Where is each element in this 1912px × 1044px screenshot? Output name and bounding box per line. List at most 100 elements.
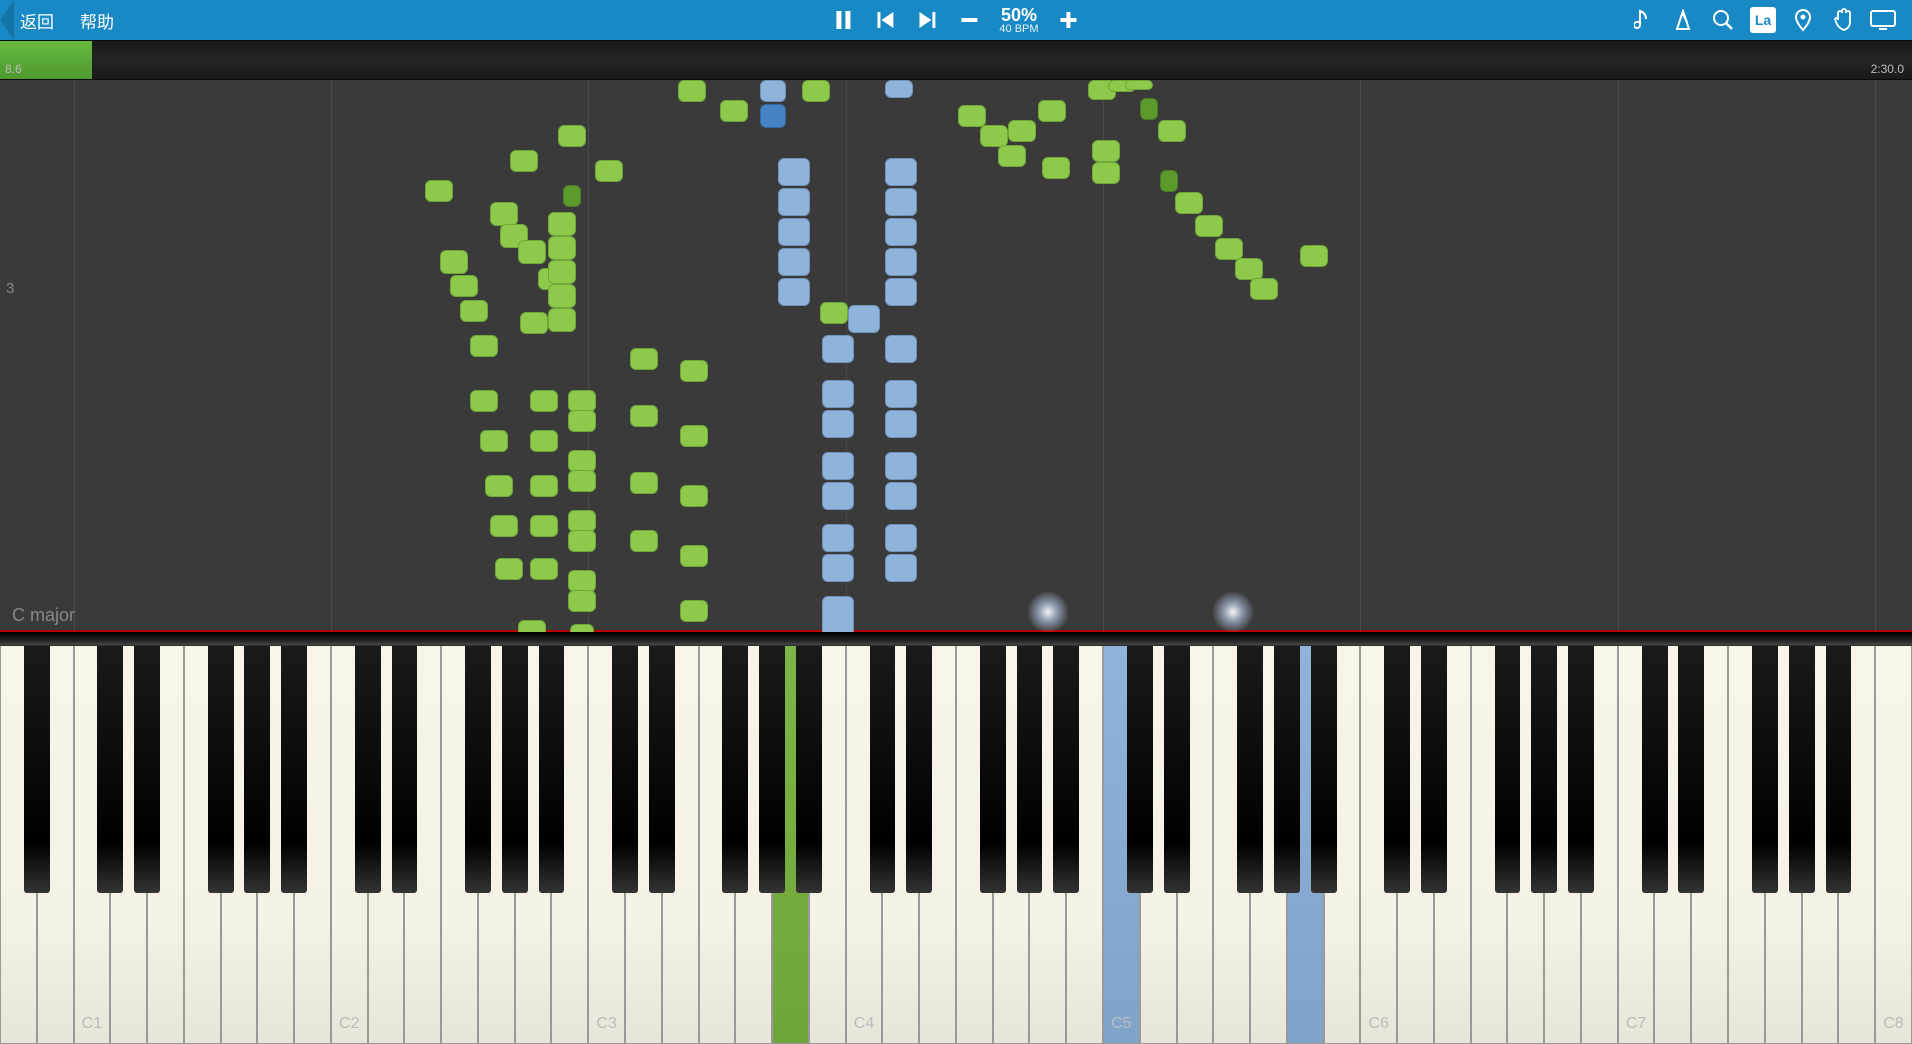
black-key[interactable] [722,646,748,893]
octave-label: C3 [596,1015,616,1033]
marker-icon[interactable] [1790,7,1816,33]
falling-note [460,300,488,322]
falling-note [778,248,810,276]
falling-note [885,482,917,510]
black-key[interactable] [355,646,381,893]
falling-note [822,452,854,480]
black-key[interactable] [1274,646,1300,893]
falling-note [885,554,917,582]
falling-note [822,380,854,408]
falling-note [822,482,854,510]
black-key[interactable] [134,646,160,893]
black-key[interactable] [1053,646,1079,893]
tempo-up-button[interactable] [1057,8,1081,32]
black-key[interactable] [97,646,123,893]
falling-note [530,475,558,497]
falling-note [470,335,498,357]
note-name-toggle[interactable]: La [1750,7,1776,33]
black-key[interactable] [1384,646,1410,893]
falling-note [778,218,810,246]
falling-note [510,150,538,172]
black-key[interactable] [392,646,418,893]
tempo-bpm: 40 BPM [999,24,1038,35]
piano-keyboard[interactable]: C1C2C3C4C5C6C7C8 [0,632,1912,1044]
black-key[interactable] [1678,646,1704,893]
black-key[interactable] [539,646,565,893]
note-eighth-icon[interactable] [1630,7,1656,33]
black-key[interactable] [906,646,932,893]
black-key[interactable] [24,646,50,893]
hand-icon[interactable] [1830,7,1856,33]
falling-note [568,390,596,412]
hit-sparkle [1023,587,1073,632]
falling-note [530,515,558,537]
black-key[interactable] [1568,646,1594,893]
falling-note [520,312,548,334]
falling-note [548,260,576,284]
black-key[interactable] [1642,646,1668,893]
black-key[interactable] [1017,646,1043,893]
black-key[interactable] [502,646,528,893]
falling-note [1125,80,1153,90]
transport-controls: 50% 40 BPM [831,6,1080,35]
white-key[interactable]: C8 [1875,646,1912,1044]
black-key[interactable] [870,646,896,893]
hit-sparkle [1208,587,1258,632]
black-key[interactable] [612,646,638,893]
falling-note [1235,258,1263,280]
black-key[interactable] [208,646,234,893]
black-key[interactable] [980,646,1006,893]
zoom-icon[interactable] [1710,7,1736,33]
falling-note [885,278,917,306]
tempo-down-button[interactable] [957,8,981,32]
black-key[interactable] [1531,646,1557,893]
tempo-display[interactable]: 50% 40 BPM [999,6,1038,35]
falling-note [680,545,708,567]
falling-note [1140,98,1158,120]
black-key[interactable] [1164,646,1190,893]
black-key[interactable] [465,646,491,893]
falling-note [530,390,558,412]
black-key[interactable] [1421,646,1447,893]
falling-note [820,302,848,324]
help-button[interactable]: 帮助 [66,0,128,40]
right-tools: La [1630,7,1912,33]
black-key[interactable] [759,646,785,893]
falling-note [1092,140,1120,162]
black-key[interactable] [244,646,270,893]
black-key[interactable] [649,646,675,893]
falling-note [1038,100,1066,122]
falling-note [630,348,658,370]
falling-note [548,284,576,308]
skip-forward-button[interactable] [915,8,939,32]
black-key[interactable] [1127,646,1153,893]
falling-note [570,624,594,632]
falling-note [678,80,706,102]
back-button[interactable]: 返回 [0,0,66,40]
octave-label: C6 [1368,1015,1388,1033]
falling-note [822,596,854,632]
falling-note [998,145,1026,167]
black-key[interactable] [796,646,822,893]
black-key[interactable] [1789,646,1815,893]
black-key[interactable] [281,646,307,893]
falling-note [760,80,786,102]
falling-note [495,558,523,580]
falling-note [1195,215,1223,237]
black-key[interactable] [1237,646,1263,893]
falling-note [630,530,658,552]
falling-note [885,452,917,480]
falling-note [980,125,1008,147]
total-time: 2:30.0 [1871,62,1904,76]
pause-button[interactable] [831,8,855,32]
skip-back-button[interactable] [873,8,897,32]
falling-note [568,470,596,492]
display-icon[interactable] [1870,7,1896,33]
falling-note [530,430,558,452]
black-key[interactable] [1495,646,1521,893]
black-key[interactable] [1752,646,1778,893]
metronome-icon[interactable] [1670,7,1696,33]
black-key[interactable] [1826,646,1852,893]
black-key[interactable] [1311,646,1337,893]
progress-bar[interactable]: 8.6 2:30.0 [0,40,1912,80]
